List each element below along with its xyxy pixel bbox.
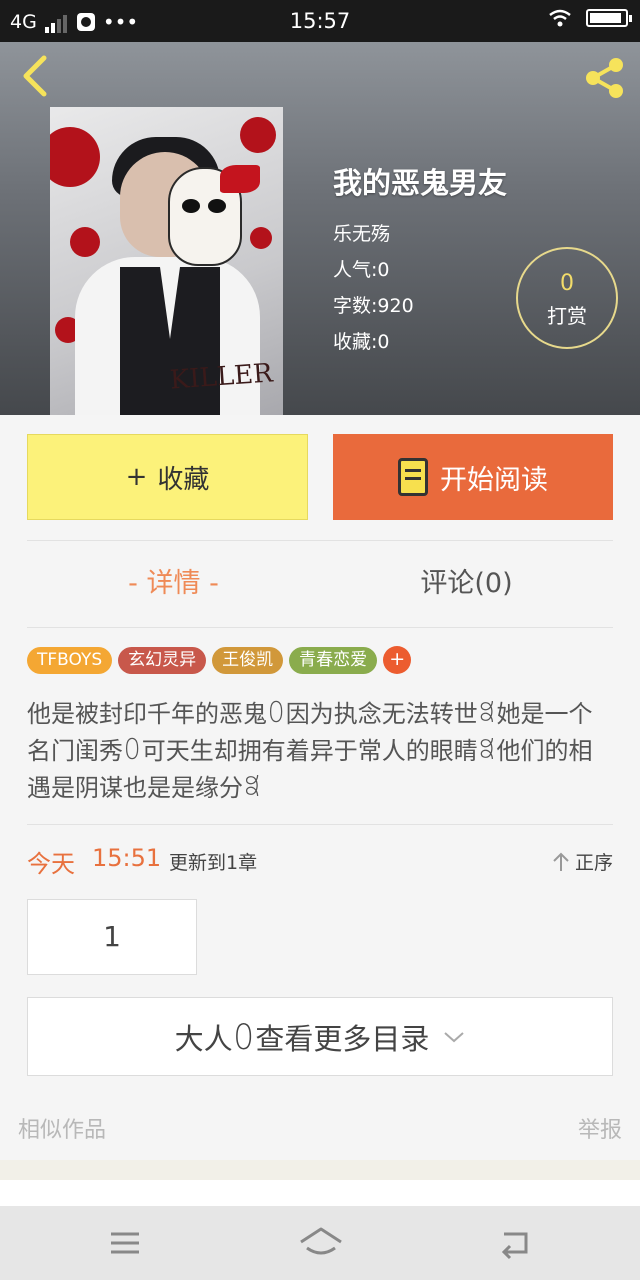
book-word-count: 字数:920 [333,295,414,317]
book-cover-image[interactable]: KILLER [50,107,283,415]
add-tag-button[interactable]: + [383,646,412,674]
section-divider [0,1160,640,1180]
book-title: 我的恶鬼男友 [333,166,508,200]
tab-details[interactable]: - 详情 - [27,541,320,627]
divider [27,627,613,628]
tag-chip[interactable]: TFBOYS [27,646,113,674]
tag-chip[interactable]: 玄幻灵异 [118,646,207,674]
tab-bar: - 详情 - 评论(0) [27,541,613,627]
chevron-down-icon [444,1031,464,1042]
similar-works-label: 相似作品 [18,1118,107,1143]
collect-button[interactable]: + 收藏 [27,434,308,520]
update-info: 今天 15:51 更新到1章 正序 [27,844,613,878]
update-chapter-info: 更新到1章 [169,852,258,874]
home-icon[interactable] [298,1224,344,1262]
sort-order-label: 正序 [574,852,613,874]
reward-button[interactable]: 0 打赏 [516,247,618,349]
start-reading-button[interactable]: 开始阅读 [333,434,613,520]
tag-list: TFBOYS 玄幻灵异 王俊凯 青春恋爱 + [27,646,412,674]
plus-icon: + [125,462,148,492]
book-info: 我的恶鬼男友 乐无殇 人气:0 字数:920 收藏:0 [333,160,507,360]
book-description: 他是被封印千年的恶鬼ꄲ因为执念无法转世ꎿ她是一个名门闺秀ꄲ可天生却拥有着异于常人… [27,700,593,802]
start-reading-label: 开始阅读 [440,464,548,496]
book-popularity: 人气:0 [333,259,390,281]
book-author[interactable]: 乐无殇 [333,216,507,252]
back-icon[interactable] [496,1224,536,1262]
content-area [0,1180,640,1206]
update-day: 今天 [27,850,75,878]
report-link[interactable]: 举报 [578,1112,622,1144]
reward-label: 打赏 [547,304,587,328]
reward-count: 0 [560,271,574,296]
system-navigation-bar [0,1206,640,1280]
chapter-item[interactable]: 1 [27,899,197,975]
divider [27,824,613,825]
tag-chip[interactable]: 青春恋爱 [289,646,378,674]
book-favorites: 收藏:0 [333,331,390,353]
book-header: KILLER 我的恶鬼男友 乐无殇 人气:0 字数:920 收藏:0 0 打赏 [0,42,640,415]
menu-icon[interactable] [105,1224,145,1262]
wifi-icon [549,9,571,27]
view-more-catalog-button[interactable]: 大人ꄲ查看更多目录 [27,997,613,1076]
sort-order-button[interactable]: 正序 [553,848,613,875]
arrow-up-icon [553,852,569,871]
update-time: 15:51 [92,844,162,872]
share-icon[interactable] [580,54,628,102]
back-arrow-icon[interactable] [14,54,58,98]
book-icon [398,458,428,496]
battery-icon [586,9,632,27]
tab-comments[interactable]: 评论(0) [320,541,613,627]
tag-chip[interactable]: 王俊凯 [212,646,284,674]
status-time: 15:57 [289,9,351,33]
collect-label: 收藏 [157,464,210,495]
view-more-catalog-label: 大人ꄲ查看更多目录 [174,1021,430,1056]
status-bar: 4G ••• 15:57 [0,0,640,42]
